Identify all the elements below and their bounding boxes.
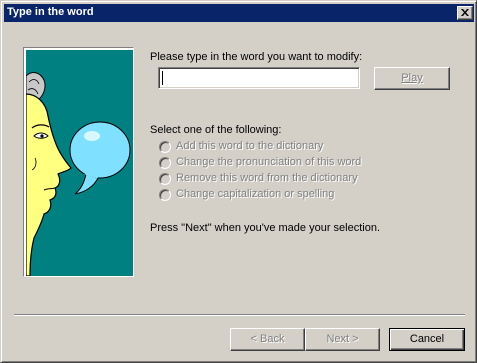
word-prompt-label: Please type in the word you want to modi… bbox=[150, 51, 363, 63]
radio-button-change-pronunciation[interactable] bbox=[159, 157, 171, 169]
next-button[interactable]: Next > bbox=[305, 328, 380, 351]
play-button[interactable]: Play bbox=[374, 67, 450, 90]
radio-button-remove-word[interactable] bbox=[159, 173, 171, 185]
radio-button-change-capitalization[interactable] bbox=[159, 189, 171, 201]
option-remove-word-label: Remove this word from the dictionary bbox=[176, 172, 358, 184]
window-title: Type in the word bbox=[7, 6, 94, 18]
radio-button-add-word[interactable] bbox=[159, 141, 171, 153]
option-change-pronunciation-label: Change the pronunciation of this word bbox=[176, 156, 362, 168]
close-button[interactable] bbox=[457, 6, 473, 20]
option-add-word-label: Add this word to the dictionary bbox=[176, 140, 324, 152]
next-button-label: Next > bbox=[326, 333, 359, 345]
play-button-label: Play bbox=[401, 72, 423, 84]
speaking-face-illustration bbox=[23, 47, 134, 277]
back-button[interactable]: < Back bbox=[230, 328, 305, 351]
close-x-icon bbox=[461, 9, 469, 16]
back-button-label: < Back bbox=[250, 333, 285, 345]
footer-separator bbox=[14, 314, 465, 316]
options-heading: Select one of the following: bbox=[150, 124, 282, 136]
type-word-dialog: Type in the word Please type in the word… bbox=[0, 0, 477, 363]
speaking-face-icon bbox=[26, 50, 133, 276]
cancel-button[interactable]: Cancel bbox=[389, 328, 465, 351]
word-input[interactable] bbox=[158, 67, 360, 89]
next-hint-text: Press "Next" when you've made your selec… bbox=[150, 222, 381, 234]
text-caret bbox=[162, 71, 163, 85]
option-change-capitalization-label: Change capitalization or spelling bbox=[176, 188, 335, 200]
cancel-button-label: Cancel bbox=[409, 333, 445, 345]
title-bar[interactable]: Type in the word bbox=[4, 4, 474, 22]
